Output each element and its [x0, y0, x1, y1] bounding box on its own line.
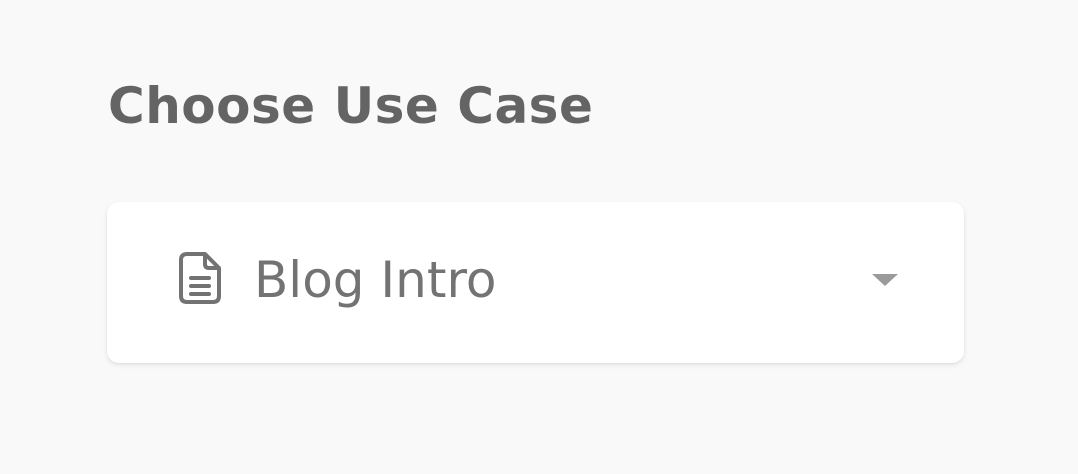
use-case-select[interactable]: Blog Intro — [107, 202, 964, 363]
page-title: Choose Use Case — [108, 77, 594, 135]
selected-use-case: Blog Intro — [254, 251, 497, 309]
document-icon — [179, 252, 223, 304]
caret-down-icon[interactable] — [872, 274, 898, 286]
